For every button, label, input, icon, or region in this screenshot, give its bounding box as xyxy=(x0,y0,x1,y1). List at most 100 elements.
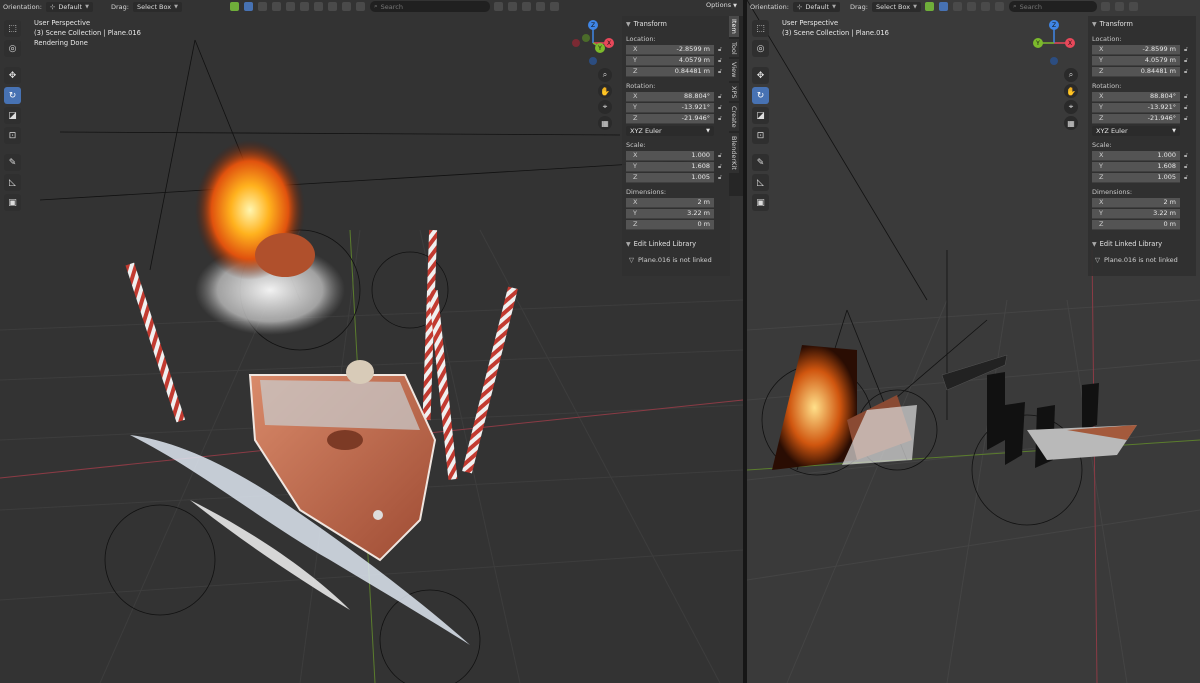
filter-icon[interactable] xyxy=(522,2,531,11)
move-tool-icon[interactable]: ✥ xyxy=(4,67,21,84)
view-layer-icon[interactable] xyxy=(536,2,545,11)
move-tool-icon[interactable]: ✥ xyxy=(752,67,769,84)
bookmark-icon[interactable] xyxy=(1101,2,1110,11)
rotate-tool-icon[interactable]: ↻ xyxy=(752,87,769,104)
show-overlays-icon[interactable] xyxy=(342,2,351,11)
transform-tool-icon[interactable]: ⊡ xyxy=(4,127,21,144)
scale-x-field[interactable]: X 1.000 xyxy=(1092,150,1180,161)
lock-icon[interactable]: 🔓︎ xyxy=(714,46,726,54)
lock-icon[interactable]: 🔓︎ xyxy=(714,68,726,76)
tab-view[interactable]: View xyxy=(729,59,739,81)
navigation-gizmo[interactable]: Z X Y xyxy=(568,18,618,68)
add-cube-tool-icon[interactable]: ▣ xyxy=(4,194,21,211)
location-x-field[interactable]: X -2.8599 m xyxy=(1092,44,1180,55)
cursor-tool-icon[interactable]: ◎ xyxy=(4,40,21,57)
annotate-tool-icon[interactable]: ✎ xyxy=(752,154,769,171)
location-x-field[interactable]: X -2.8599 m xyxy=(626,44,714,55)
viewport-right[interactable]: Orientation: ⊹ Default ▼ Drag: Select Bo… xyxy=(747,0,1200,683)
pin-icon[interactable] xyxy=(550,2,559,11)
viewport-shading-solid-icon[interactable] xyxy=(244,2,253,11)
viewport-shading-solid-icon[interactable] xyxy=(939,2,948,11)
tab-tool[interactable]: Tool xyxy=(729,38,739,58)
lock-icon[interactable]: 🔓︎ xyxy=(714,152,726,160)
scale-z-field[interactable]: Z 1.005 xyxy=(1092,172,1180,183)
viewport-shading-rendered-icon[interactable] xyxy=(967,2,976,11)
lock-icon[interactable]: 🔓︎ xyxy=(714,93,726,101)
filter-icon[interactable] xyxy=(1129,2,1138,11)
orientation-dropdown[interactable]: ⊹ Default ▼ xyxy=(45,1,93,12)
navigation-gizmo-right[interactable]: Z X Y xyxy=(1029,18,1079,68)
add-cube-tool-icon[interactable]: ▣ xyxy=(752,194,769,211)
lock-icon[interactable]: 🔓︎ xyxy=(714,163,726,171)
lock-icon[interactable]: 🔓︎ xyxy=(714,104,726,112)
dimensions-z-field[interactable]: Z0 m xyxy=(626,219,714,230)
perspective-grid-icon[interactable]: ▦ xyxy=(1064,116,1078,130)
cursor-tool-icon[interactable]: ◎ xyxy=(752,40,769,57)
location-z-field[interactable]: Z 0.84481 m xyxy=(1092,66,1180,77)
viewport-shading-material-icon[interactable] xyxy=(953,2,962,11)
location-y-field[interactable]: Y 4.0579 m xyxy=(626,55,714,66)
lock-icon[interactable]: 🔓︎ xyxy=(714,174,726,182)
lock-icon[interactable] xyxy=(508,2,517,11)
rotation-mode-select[interactable]: XYZ Euler ▼ xyxy=(626,126,714,136)
scale-z-field[interactable]: Z 1.005 xyxy=(626,172,714,183)
transform-panel-header[interactable]: ▼ Transform xyxy=(626,18,726,30)
transform-tool-icon[interactable]: ⊡ xyxy=(752,127,769,144)
measure-tool-icon[interactable]: ◺ xyxy=(4,174,21,191)
rotation-y-field[interactable]: Y -13.921° xyxy=(626,102,714,113)
toggle-xray-icon[interactable] xyxy=(356,2,365,11)
dimensions-x-field[interactable]: X2 m xyxy=(1092,197,1180,208)
scale-tool-icon[interactable]: ◪ xyxy=(752,107,769,124)
lock-icon[interactable]: 🔓︎ xyxy=(1180,115,1192,123)
linked-library-panel-header[interactable]: ▼ Edit Linked Library xyxy=(1092,238,1192,250)
dimensions-z-field[interactable]: Z0 m xyxy=(1092,219,1180,230)
show-gizmo-icon[interactable] xyxy=(328,2,337,11)
tab-item[interactable]: Item xyxy=(729,16,739,37)
measure-tool-icon[interactable]: ◺ xyxy=(752,174,769,191)
location-z-field[interactable]: Z 0.84481 m xyxy=(626,66,714,77)
search-input[interactable]: ⌕ Search xyxy=(370,1,490,12)
rotation-z-field[interactable]: Z -21.946° xyxy=(1092,113,1180,124)
lock-icon[interactable]: 🔓︎ xyxy=(1180,163,1192,171)
select-box-tool-icon[interactable]: ⬚ xyxy=(4,20,21,37)
lock-icon[interactable] xyxy=(1115,2,1124,11)
lock-icon[interactable]: 🔓︎ xyxy=(1180,93,1192,101)
linked-library-panel-header[interactable]: ▼ Edit Linked Library xyxy=(626,238,726,250)
rotation-x-field[interactable]: X 88.804° xyxy=(1092,91,1180,102)
dimensions-y-field[interactable]: Y 3.22 m xyxy=(626,208,714,219)
viewport-shading-rendered-icon[interactable] xyxy=(272,2,281,11)
camera-view-icon[interactable]: ⌖ xyxy=(598,100,612,114)
rotate-tool-icon[interactable]: ↻ xyxy=(4,87,21,104)
lock-icon[interactable]: 🔓︎ xyxy=(714,115,726,123)
drag-dropdown[interactable]: Select Box ▼ xyxy=(132,1,182,12)
location-y-field[interactable]: Y 4.0579 m xyxy=(1092,55,1180,66)
dimensions-x-field[interactable]: X2 m xyxy=(626,197,714,208)
rotation-z-field[interactable]: Z -21.946° xyxy=(626,113,714,124)
tab-create[interactable]: Create xyxy=(729,103,739,131)
options-button[interactable]: Options ▼ xyxy=(706,1,737,9)
gizmo-toggle-icon[interactable] xyxy=(230,2,239,11)
pan-hand-icon[interactable]: ✋ xyxy=(1064,84,1078,98)
transform-panel-header[interactable]: ▼ Transform xyxy=(1092,18,1192,30)
tab-xps[interactable]: XPS xyxy=(729,82,739,102)
gizmo-neg-z-axis[interactable] xyxy=(589,57,597,65)
view-object-types-icon[interactable] xyxy=(314,2,323,11)
search-input[interactable]: ⌕ Search xyxy=(1009,1,1097,12)
scale-tool-icon[interactable]: ◪ xyxy=(4,107,21,124)
scale-x-field[interactable]: X 1.000 xyxy=(626,150,714,161)
xray-toggle-icon[interactable] xyxy=(300,2,309,11)
viewport-shading-material-icon[interactable] xyxy=(258,2,267,11)
dimensions-y-field[interactable]: Y 3.22 m xyxy=(1092,208,1180,219)
gizmo-toggle-icon[interactable] xyxy=(925,2,934,11)
scale-y-field[interactable]: Y 1.608 xyxy=(626,161,714,172)
scale-y-field[interactable]: Y 1.608 xyxy=(1092,161,1180,172)
rotation-x-field[interactable]: X 88.804° xyxy=(626,91,714,102)
annotate-tool-icon[interactable]: ✎ xyxy=(4,154,21,171)
lock-icon[interactable]: 🔓︎ xyxy=(714,57,726,65)
zoom-icon[interactable]: ⌕ xyxy=(1064,68,1078,82)
zoom-icon[interactable]: ⌕ xyxy=(598,68,612,82)
lock-icon[interactable]: 🔓︎ xyxy=(1180,104,1192,112)
lock-icon[interactable]: 🔓︎ xyxy=(1180,174,1192,182)
select-box-tool-icon[interactable]: ⬚ xyxy=(752,20,769,37)
lock-icon[interactable]: 🔓︎ xyxy=(1180,152,1192,160)
